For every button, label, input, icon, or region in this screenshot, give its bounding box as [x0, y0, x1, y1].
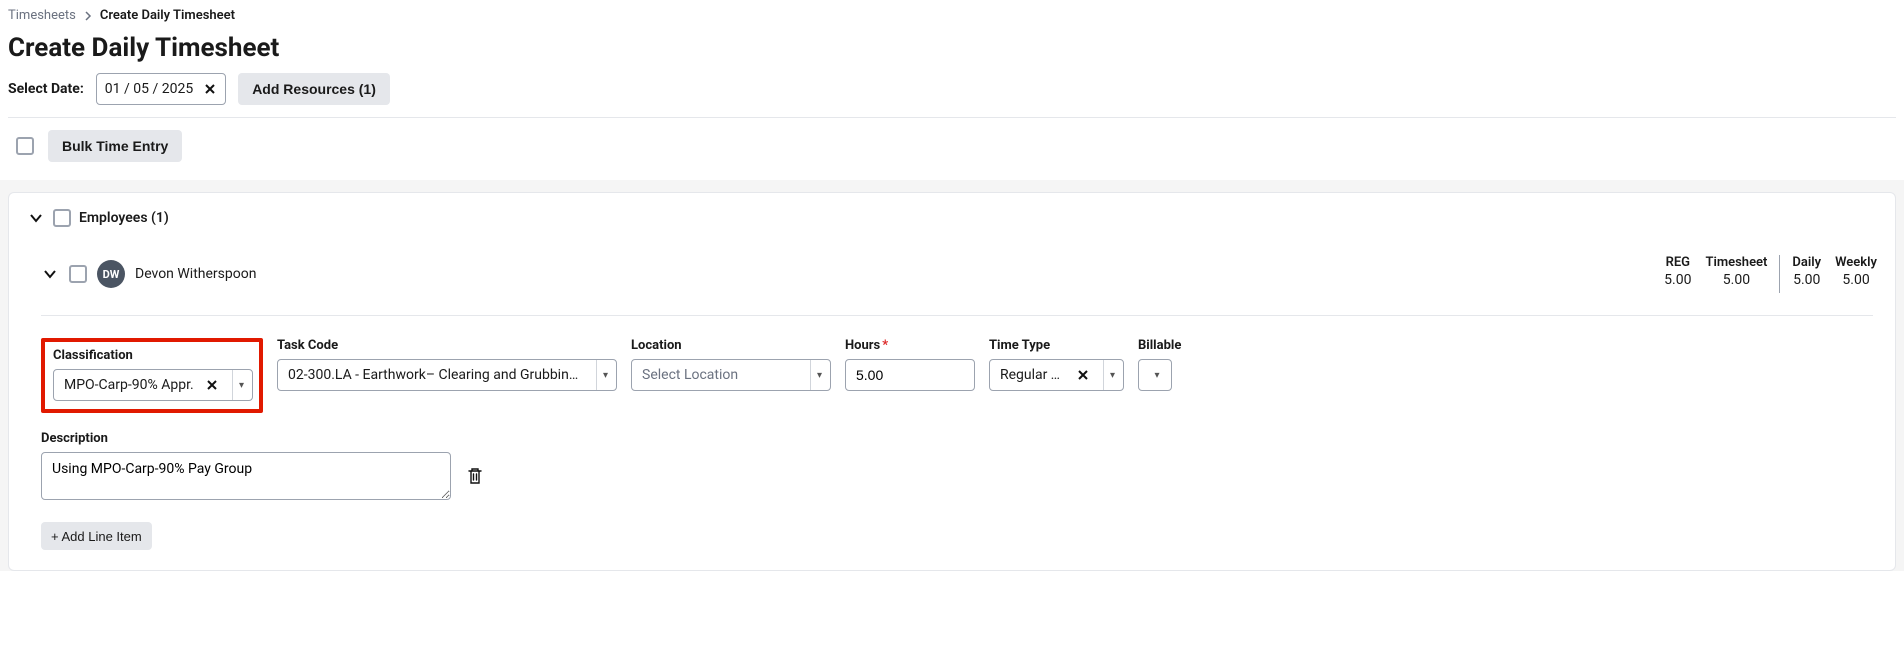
bulk-time-entry-button[interactable]: Bulk Time Entry: [48, 130, 182, 162]
description-label: Description: [41, 431, 501, 446]
classification-value: MPO-Carp-90% Appr.: [64, 377, 196, 393]
classification-label: Classification: [53, 348, 253, 363]
classification-select[interactable]: MPO-Carp-90% Appr. ▾: [53, 369, 253, 401]
location-select[interactable]: Select Location ▾: [631, 359, 831, 391]
daily-value: 5.00: [1792, 272, 1821, 288]
timetype-label: Time Type: [989, 338, 1124, 353]
vertical-divider: [1779, 255, 1780, 293]
employees-header-label: Employees (1): [79, 210, 169, 226]
timesheet-value: 5.00: [1705, 272, 1767, 288]
reg-value: 5.00: [1664, 272, 1691, 288]
description-textarea[interactable]: Using MPO-Carp-90% Pay Group: [41, 452, 451, 500]
divider: [41, 315, 1873, 316]
select-date-label: Select Date:: [8, 81, 84, 97]
chevron-down-icon[interactable]: ▾: [1154, 370, 1159, 381]
trash-icon[interactable]: [467, 467, 483, 485]
hours-input[interactable]: [845, 359, 975, 391]
clear-timetype-icon[interactable]: [1073, 369, 1093, 381]
employees-card: Employees (1) DW Devon Witherspoon REG 5…: [8, 192, 1896, 571]
billable-label: Billable: [1138, 338, 1181, 353]
breadcrumb-current: Create Daily Timesheet: [100, 8, 235, 23]
employee-checkbox[interactable]: [69, 265, 87, 283]
taskcode-value: 02-300.LA - Earthwork– Clearing and Grub…: [288, 367, 586, 383]
page-title: Create Daily Timesheet: [8, 33, 1896, 63]
timetype-value: Regular Time: [1000, 367, 1067, 383]
chevron-right-icon: [84, 11, 92, 21]
employee-row: DW Devon Witherspoon REG 5.00 Timesheet …: [27, 241, 1877, 315]
breadcrumb-root[interactable]: Timesheets: [8, 8, 76, 23]
hours-label: Hours*: [845, 338, 975, 353]
chevron-down-icon[interactable]: ▾: [810, 360, 824, 390]
date-value: 01 / 05 / 2025: [105, 81, 193, 97]
timetype-select[interactable]: Regular Time ▾: [989, 359, 1124, 391]
location-label: Location: [631, 338, 831, 353]
clear-classification-icon[interactable]: [202, 379, 222, 391]
date-picker[interactable]: 01 / 05 / 2025: [96, 73, 226, 105]
location-placeholder: Select Location: [642, 367, 800, 383]
timesheet-label: Timesheet: [1705, 255, 1767, 270]
reg-label: REG: [1664, 255, 1691, 270]
collapse-employee-icon[interactable]: [41, 269, 59, 279]
clear-date-icon[interactable]: [203, 82, 217, 96]
taskcode-label: Task Code: [277, 338, 617, 353]
avatar: DW: [97, 260, 125, 288]
collapse-employees-icon[interactable]: [27, 213, 45, 223]
billable-select[interactable]: ▾: [1138, 359, 1172, 391]
employees-checkbox[interactable]: [53, 209, 71, 227]
employee-name: Devon Witherspoon: [135, 266, 256, 282]
chevron-down-icon[interactable]: ▾: [232, 370, 246, 400]
daily-label: Daily: [1792, 255, 1821, 270]
weekly-value: 5.00: [1835, 272, 1877, 288]
bulk-select-checkbox[interactable]: [16, 137, 34, 155]
add-line-item-button[interactable]: + Add Line Item: [41, 522, 152, 550]
taskcode-select[interactable]: 02-300.LA - Earthwork– Clearing and Grub…: [277, 359, 617, 391]
weekly-label: Weekly: [1835, 255, 1877, 270]
classification-highlight: Classification MPO-Carp-90% Appr. ▾: [41, 338, 263, 413]
chevron-down-icon[interactable]: ▾: [1103, 360, 1117, 390]
add-resources-button[interactable]: Add Resources (1): [238, 73, 390, 105]
chevron-down-icon[interactable]: ▾: [596, 360, 610, 390]
divider: [8, 117, 1896, 118]
breadcrumb: Timesheets Create Daily Timesheet: [8, 8, 1896, 23]
